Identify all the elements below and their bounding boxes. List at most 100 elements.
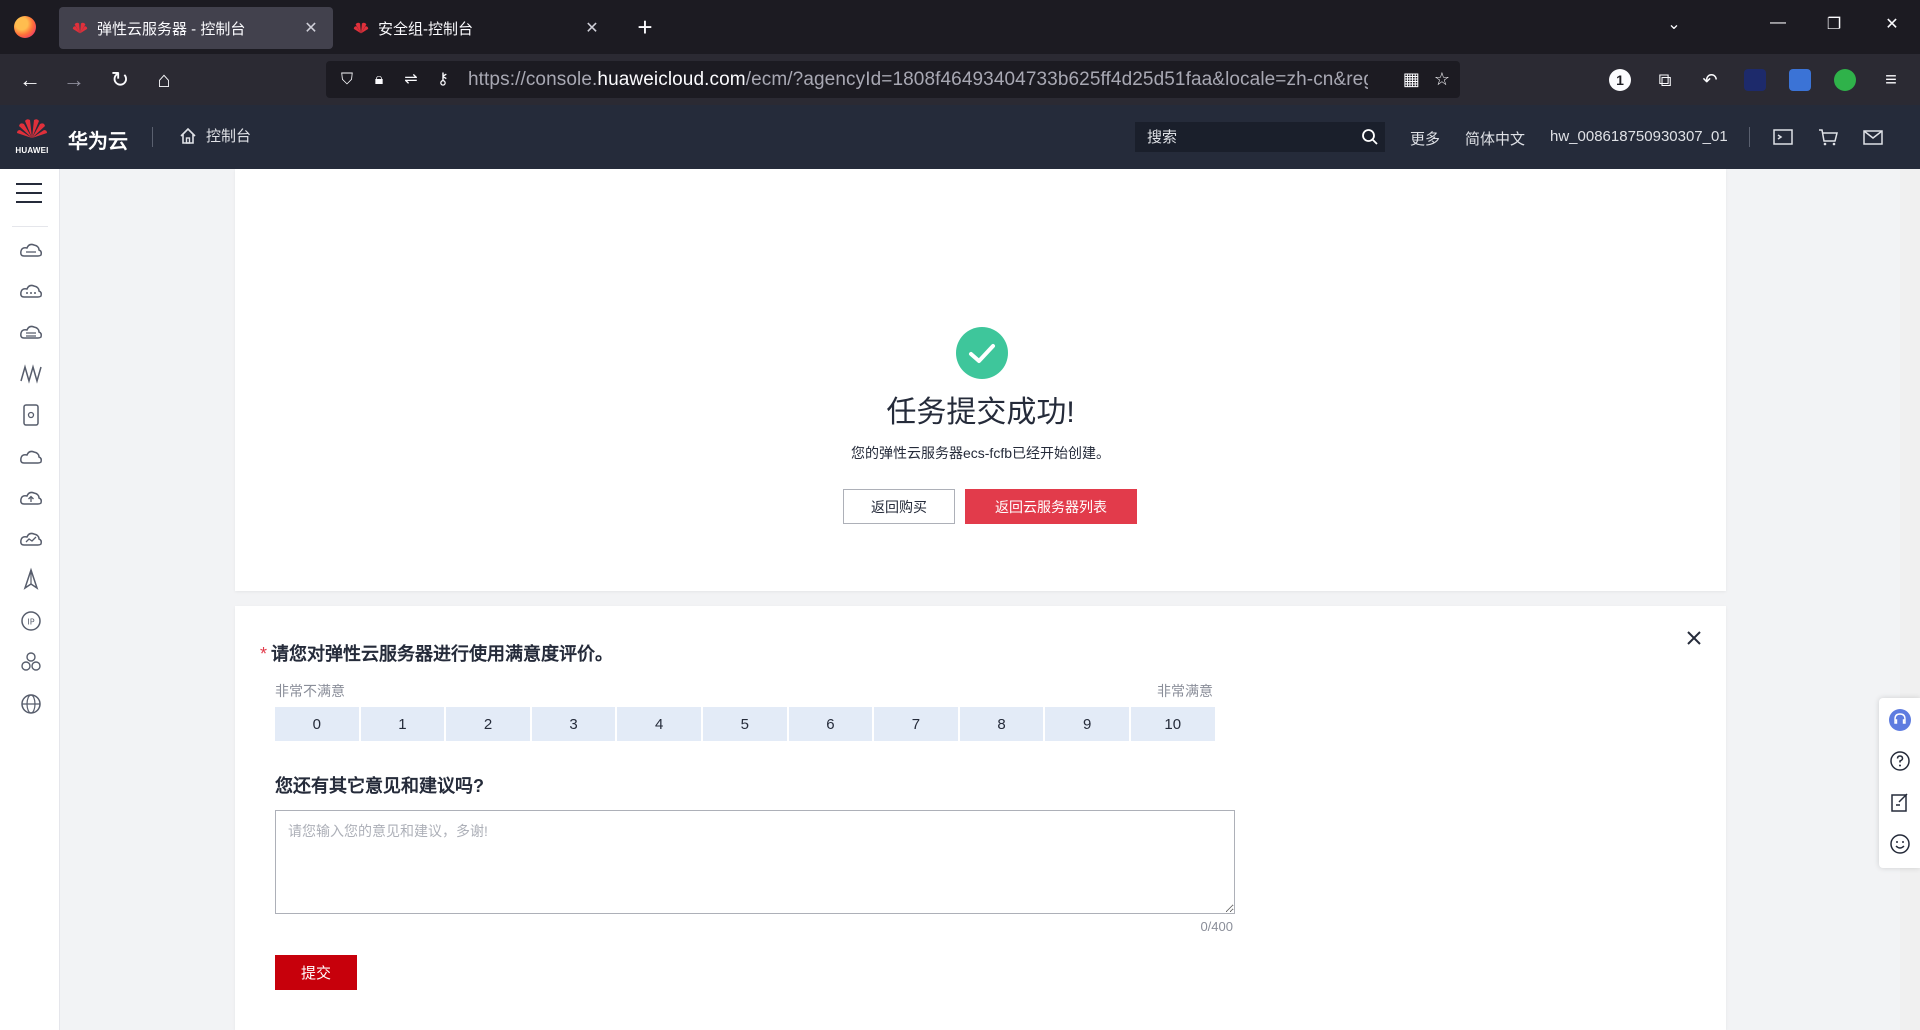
- tab-list-chevron-icon[interactable]: ⌄: [1662, 14, 1686, 34]
- mobile-device-icon[interactable]: [18, 402, 44, 428]
- username-link[interactable]: hw_008618750930307_01: [1550, 128, 1728, 145]
- huawei-logo-icon: [17, 119, 47, 138]
- mail-icon[interactable]: [1862, 126, 1884, 148]
- customer-service-icon[interactable]: [1888, 708, 1912, 732]
- huawei-favicon-icon: [353, 22, 369, 34]
- cloud-upload-icon[interactable]: [18, 485, 44, 511]
- main-content: 任务提交成功! 您的弹性云服务器ecs-fcfb已经开始创建。 返回购买 返回云…: [60, 169, 1900, 1030]
- close-window-button[interactable]: ✕: [1880, 14, 1904, 34]
- reload-icon[interactable]: ↻: [106, 66, 134, 94]
- more-link[interactable]: 更多: [1410, 128, 1440, 149]
- suggestion-question: 您还有其它意见和建议吗?: [275, 776, 484, 796]
- submit-button[interactable]: 提交: [275, 955, 357, 990]
- hamburger-menu-icon[interactable]: [16, 183, 42, 203]
- shield-icon[interactable]: ⛉: [336, 69, 358, 91]
- bookmark-star-icon[interactable]: ☆: [1434, 69, 1450, 90]
- success-description: 您的弹性云服务器ecs-fcfb已经开始创建。: [850, 445, 1110, 461]
- help-icon[interactable]: [1888, 749, 1912, 773]
- brand-name[interactable]: 华为云: [68, 125, 128, 154]
- cloud-chart-icon[interactable]: [18, 526, 44, 552]
- success-check-icon: [956, 327, 1008, 379]
- home-icon[interactable]: ⌂: [150, 66, 178, 94]
- network-wave-icon[interactable]: [18, 361, 44, 387]
- page-scrollbar[interactable]: [1900, 169, 1920, 1030]
- question-text: 请您对弹性云服务器进行使用满意度评价。: [271, 644, 614, 664]
- satisfaction-survey-card: * 请您对弹性云服务器进行使用满意度评价。 非常不满意 非常满意 0 1 2 3 …: [235, 606, 1726, 1030]
- cart-icon[interactable]: [1817, 126, 1839, 148]
- firefox-logo-icon[interactable]: [14, 16, 36, 38]
- browser-tab-strip: 弹性云服务器 - 控制台 ✕ 安全组-控制台 ✕ + ⌄ — ❐ ✕: [0, 0, 1920, 54]
- tab-security-group[interactable]: 安全组-控制台 ✕: [340, 7, 614, 49]
- feedback-textarea[interactable]: [275, 810, 1235, 914]
- service-sidebar: IP: [0, 169, 60, 1030]
- close-tab-icon[interactable]: ✕: [582, 18, 602, 38]
- extension-badge-icon[interactable]: 1: [1609, 69, 1631, 91]
- huawei-logo[interactable]: HUAWEI: [14, 117, 50, 157]
- back-arrow-icon[interactable]: ←: [16, 66, 44, 94]
- undo-icon[interactable]: ↶: [1699, 69, 1721, 91]
- score-option[interactable]: 7: [874, 707, 958, 741]
- score-option[interactable]: 3: [531, 707, 616, 741]
- url-path: /ecm/?agencyId=1808f46493404733b625ff4d2…: [745, 68, 1368, 90]
- console-home-link[interactable]: 控制台: [178, 125, 251, 146]
- header-divider: [1749, 127, 1750, 147]
- back-to-server-list-button[interactable]: 返回云服务器列表: [965, 489, 1137, 524]
- terminal-icon[interactable]: [1772, 126, 1794, 148]
- minimize-button[interactable]: —: [1766, 14, 1790, 32]
- url-bar[interactable]: ⛉ 🔒︎ ⇌ ⚷ https://console.huaweicloud.com…: [326, 61, 1460, 98]
- score-option[interactable]: 1: [360, 707, 445, 741]
- score-option[interactable]: 8: [959, 707, 1044, 741]
- home-icon: [180, 127, 196, 144]
- permissions-icon[interactable]: ⇌: [400, 69, 422, 91]
- score-option[interactable]: 6: [788, 707, 873, 741]
- ecs-cloud-icon[interactable]: [18, 238, 44, 264]
- required-mark: *: [260, 644, 268, 664]
- score-option[interactable]: 9: [1045, 707, 1129, 741]
- chart-extension-icon[interactable]: [1744, 69, 1766, 91]
- browser-nav-bar: ← → ↻ ⌂ ⛉ 🔒︎ ⇌ ⚷ https://console.huaweic…: [0, 54, 1920, 105]
- new-tab-button[interactable]: +: [630, 13, 660, 41]
- forward-arrow-icon[interactable]: →: [60, 66, 88, 94]
- success-card: 任务提交成功! 您的弹性云服务器ecs-fcfb已经开始创建。 返回购买 返回云…: [235, 169, 1726, 591]
- ip-address-icon[interactable]: IP: [18, 608, 44, 634]
- crop-icon[interactable]: ⧉: [1654, 69, 1676, 91]
- scale-low-label: 非常不满意: [275, 683, 345, 699]
- key-icon[interactable]: ⚷: [432, 69, 454, 91]
- success-title: 任务提交成功!: [886, 396, 1075, 429]
- score-option[interactable]: 10: [1130, 707, 1215, 741]
- score-scale: 0 1 2 3 4 5 6 7 8 9 10: [275, 707, 1215, 741]
- compass-icon[interactable]: [18, 567, 44, 593]
- score-option[interactable]: 4: [617, 707, 701, 741]
- character-counter: 0/400: [1200, 919, 1233, 934]
- floating-toolbar: [1879, 698, 1920, 868]
- score-option[interactable]: 2: [446, 707, 530, 741]
- score-option[interactable]: 0: [275, 707, 359, 741]
- smiley-feedback-icon[interactable]: [1888, 832, 1912, 856]
- score-option[interactable]: 5: [702, 707, 787, 741]
- storage-cloud-icon[interactable]: [18, 320, 44, 346]
- huawei-favicon-icon: [72, 22, 88, 34]
- translate-extension-icon[interactable]: [1789, 69, 1811, 91]
- satisfaction-question: * 请您对弹性云服务器进行使用满意度评价。: [260, 640, 613, 666]
- tab-ecs-console[interactable]: 弹性云服务器 - 控制台 ✕: [59, 7, 333, 49]
- search-input[interactable]: [1135, 128, 1355, 146]
- close-icon[interactable]: [1684, 628, 1704, 648]
- url-domain: huaweicloud.com: [597, 68, 746, 90]
- cluster-icon[interactable]: [18, 649, 44, 675]
- console-label: 控制台: [206, 128, 252, 145]
- lock-icon[interactable]: 🔒︎: [368, 69, 390, 91]
- globe-icon[interactable]: [18, 691, 44, 717]
- tab-title: 安全组-控制台: [378, 20, 473, 38]
- toggle-extension-icon[interactable]: [1834, 69, 1856, 91]
- cloud-server-icon[interactable]: [18, 279, 44, 305]
- qr-code-icon[interactable]: ▦: [1403, 69, 1420, 90]
- url-text[interactable]: https://console.huaweicloud.com/ecm/?age…: [468, 69, 1368, 91]
- back-to-purchase-button[interactable]: 返回购买: [843, 489, 955, 524]
- search-icon[interactable]: [1355, 122, 1385, 152]
- cloud-icon[interactable]: [18, 444, 44, 470]
- language-link[interactable]: 简体中文: [1465, 128, 1525, 149]
- close-tab-icon[interactable]: ✕: [301, 18, 321, 38]
- menu-icon[interactable]: ≡: [1880, 69, 1902, 91]
- edit-note-icon[interactable]: [1888, 791, 1912, 815]
- restore-button[interactable]: ❐: [1822, 14, 1846, 34]
